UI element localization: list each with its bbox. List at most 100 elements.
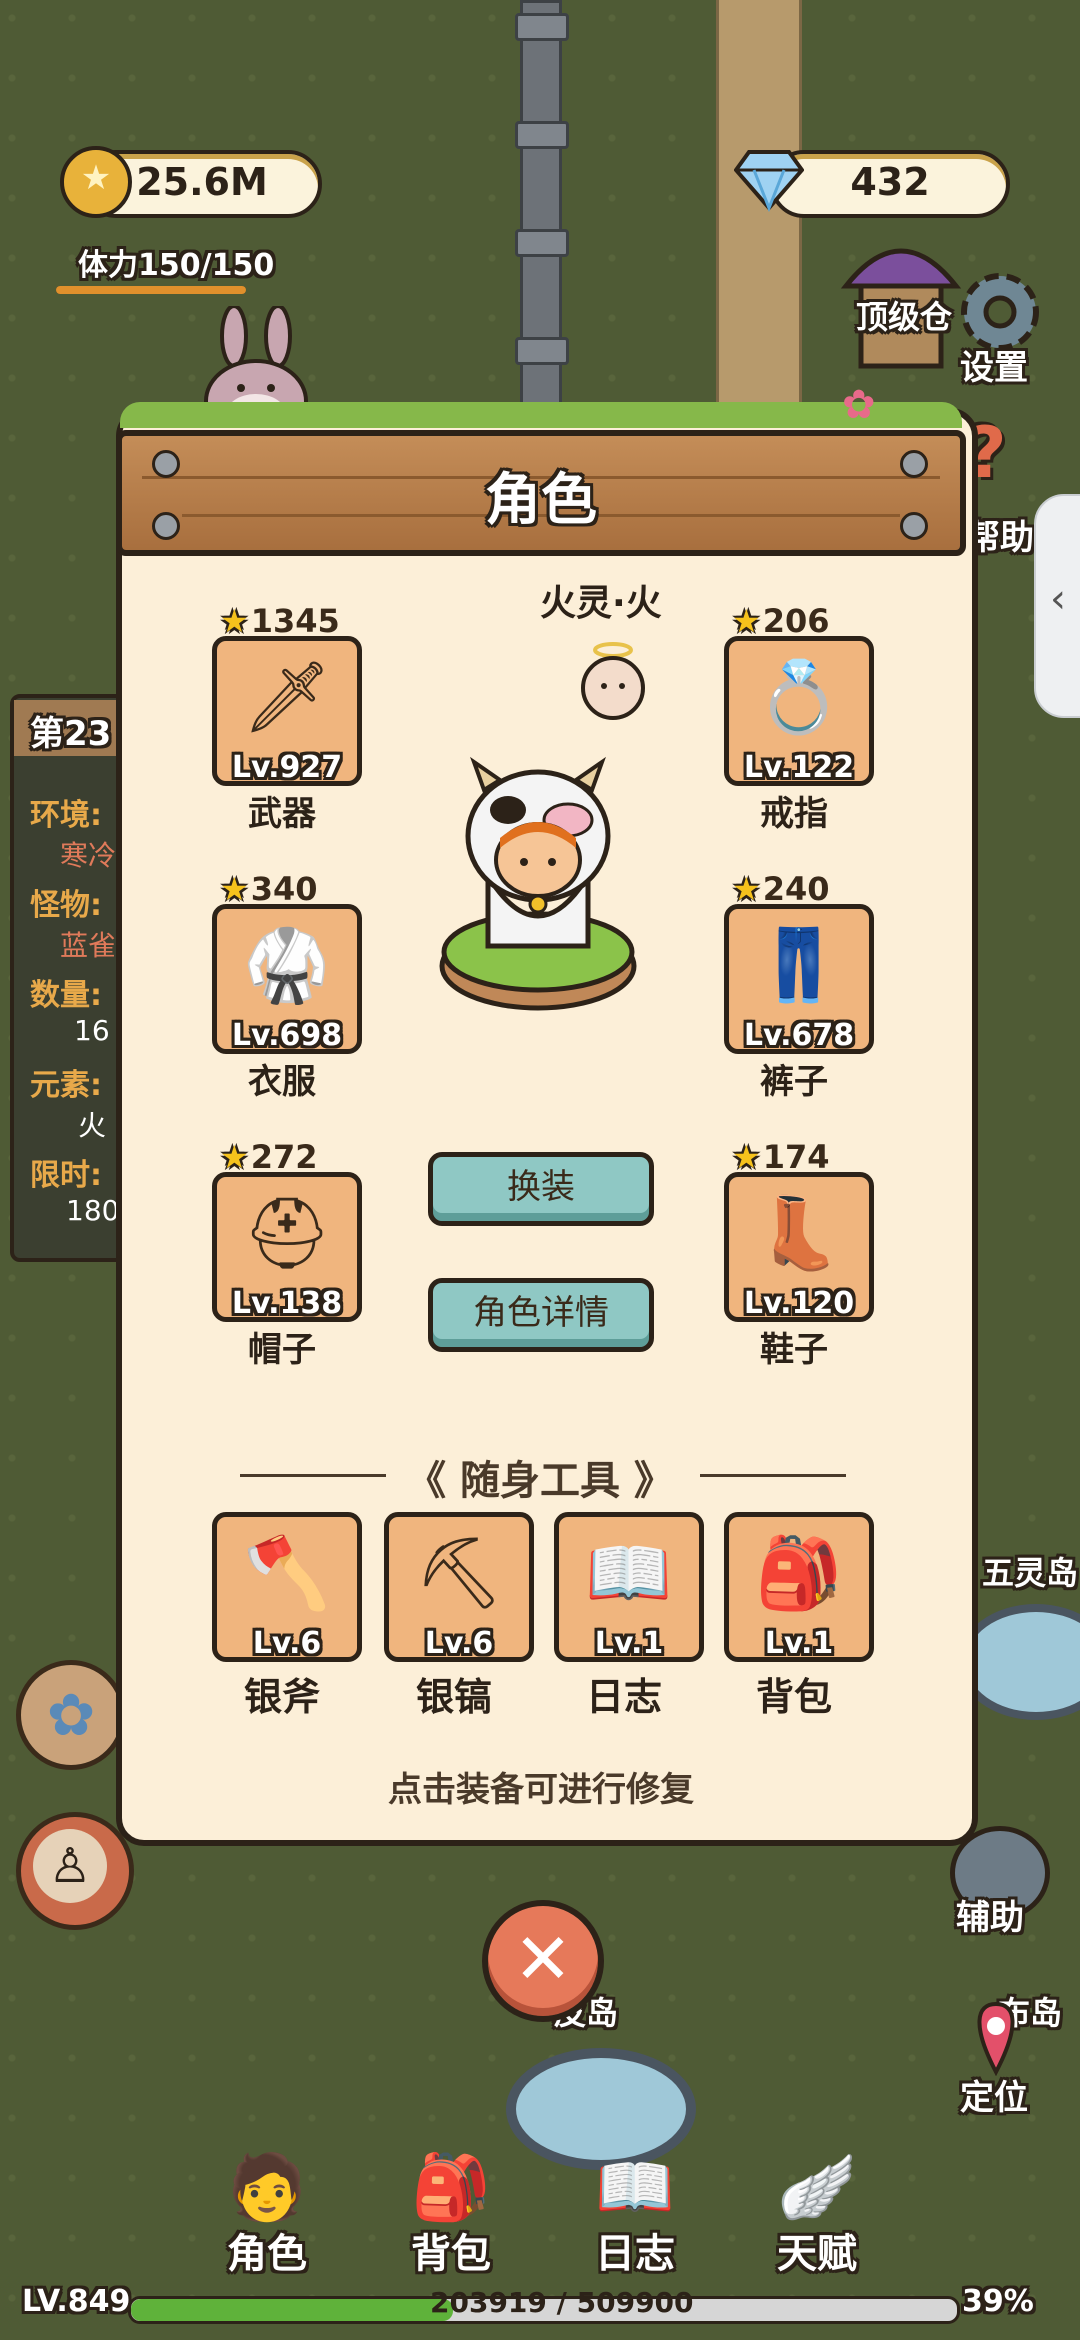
tools-section-title: 《 随身工具 》 bbox=[406, 1458, 674, 1504]
tool-slot[interactable]: 🪓 Lv.6 bbox=[212, 1512, 362, 1662]
equipment-level: Lv.122 bbox=[743, 750, 855, 785]
stamina-fill bbox=[56, 286, 246, 294]
tool-level: Lv.6 bbox=[424, 1626, 494, 1661]
chevron-left-icon: ‹ bbox=[1050, 576, 1066, 622]
equipment-slot[interactable]: 💍 Lv.122 bbox=[724, 636, 874, 786]
tool-label: 银斧 bbox=[243, 1675, 320, 1719]
star-icon: ★ bbox=[220, 870, 249, 908]
stone-pillar bbox=[515, 0, 569, 426]
star-value: 340 bbox=[250, 870, 318, 908]
tools-title: 随身工具 bbox=[460, 1458, 620, 1504]
stamina-bar bbox=[56, 286, 246, 294]
dialog-grass-top bbox=[120, 402, 962, 428]
nav-label: 角色 bbox=[227, 2231, 307, 2277]
helmet-icon: ⛑ bbox=[242, 1192, 332, 1274]
assist-label[interactable]: 辅助 bbox=[956, 1890, 1024, 1939]
diamond-icon bbox=[734, 150, 804, 212]
info-key-count: 数量: bbox=[30, 978, 102, 1013]
star-value: 206 bbox=[762, 602, 830, 640]
axe-icon: 🪓 bbox=[243, 1532, 331, 1614]
book-icon: 📖 bbox=[595, 2151, 675, 2225]
equipment-level: Lv.678 bbox=[743, 1018, 855, 1053]
clover-icon: ✿ bbox=[46, 1681, 96, 1749]
tool-level: Lv.1 bbox=[764, 1626, 834, 1661]
star-value: 272 bbox=[250, 1138, 318, 1176]
nav-item-0[interactable]: 🧑 角色 bbox=[212, 2150, 322, 2280]
equipment-slot[interactable]: 🥋 Lv.698 bbox=[212, 904, 362, 1054]
location-pin-icon[interactable] bbox=[968, 2000, 1024, 2076]
equipment-label: 衣服 bbox=[248, 1062, 316, 1102]
wuling-island-label[interactable]: 五灵岛 bbox=[982, 1548, 1078, 1594]
boot-icon: 👢 bbox=[755, 1192, 843, 1274]
gem-value: 432 bbox=[850, 160, 930, 204]
clover-button[interactable]: ✿ bbox=[16, 1660, 126, 1770]
character-details-button[interactable]: 角色详情 bbox=[428, 1278, 654, 1352]
close-button[interactable] bbox=[482, 1900, 604, 2022]
nav-item-1[interactable]: 🎒 背包 bbox=[396, 2150, 506, 2280]
equipment-label: 帽子 bbox=[248, 1330, 316, 1370]
equipment-slot[interactable]: 👖 Lv.678 bbox=[724, 904, 874, 1054]
pants-icon: 👖 bbox=[755, 924, 843, 1006]
nav-item-2[interactable]: 📖 日志 bbox=[580, 2150, 690, 2280]
equipment-level: Lv.138 bbox=[231, 1286, 343, 1321]
equipment-level: Lv.120 bbox=[743, 1286, 855, 1321]
coin-icon bbox=[60, 146, 132, 218]
nav-label: 日志 bbox=[595, 2231, 675, 2277]
info-key-timer: 限时: bbox=[30, 1158, 102, 1193]
top-warehouse-label: 顶级仓 bbox=[856, 298, 953, 336]
xp-text: 203919 / 509900 bbox=[430, 2286, 694, 2319]
star-value: 1345 bbox=[250, 602, 340, 640]
star-count: ★174 bbox=[732, 1138, 829, 1176]
xp-percent: 39% bbox=[962, 2284, 1034, 2319]
swap-outfit-button[interactable]: 换装 bbox=[428, 1152, 654, 1226]
backpack-icon: 🎒 bbox=[411, 2151, 491, 2225]
walking-person-icon: ♙ bbox=[33, 1829, 107, 1903]
info-val-element: 火 bbox=[78, 1109, 107, 1142]
star-count: ★206 bbox=[732, 602, 829, 640]
character-avatar bbox=[439, 756, 637, 1011]
armor-icon: 🥋 bbox=[243, 924, 331, 1006]
info-key-element: 元素: bbox=[30, 1068, 102, 1103]
flower-icon: ✿ bbox=[842, 382, 876, 428]
walk-button[interactable]: ♙ bbox=[16, 1812, 134, 1930]
star-icon: ★ bbox=[732, 602, 761, 640]
info-val-monster: 蓝雀 bbox=[60, 929, 117, 962]
ring-icon: 💍 bbox=[755, 656, 843, 738]
equipment-label: 鞋子 bbox=[760, 1330, 828, 1370]
equipment-slot[interactable]: 👢 Lv.120 bbox=[724, 1172, 874, 1322]
equipment-label: 裤子 bbox=[760, 1062, 828, 1102]
swap-outfit-label: 换装 bbox=[507, 1167, 575, 1207]
star-icon: ★ bbox=[732, 1138, 761, 1176]
xp-fill bbox=[131, 2299, 454, 2321]
backpack-icon: 🎒 bbox=[755, 1532, 843, 1614]
character-details-label: 角色详情 bbox=[473, 1293, 609, 1333]
star-count: ★240 bbox=[732, 870, 829, 908]
stamina-text: 体力150/150 bbox=[78, 248, 275, 283]
star-icon: ★ bbox=[220, 1138, 249, 1176]
side-drawer-tab[interactable]: ‹ bbox=[1034, 494, 1080, 718]
equipment-slot[interactable]: 🗡 Lv.927 bbox=[212, 636, 362, 786]
nav-item-3[interactable]: 🪽 天赋 bbox=[762, 2150, 872, 2280]
character-icon: 🧑 bbox=[227, 2151, 307, 2225]
tool-label: 日志 bbox=[585, 1675, 662, 1719]
settings-label[interactable]: 设置 bbox=[960, 340, 1028, 389]
dialog-title: 角色 bbox=[485, 468, 597, 533]
star-count: ★340 bbox=[220, 870, 317, 908]
tool-level: Lv.6 bbox=[252, 1626, 322, 1661]
equipment-label: 戒指 bbox=[760, 794, 828, 834]
locate-label[interactable]: 定位 bbox=[960, 2070, 1028, 2119]
talent-icon: 🪽 bbox=[777, 2151, 857, 2225]
equipment-slot[interactable]: ⛑ Lv.138 bbox=[212, 1172, 362, 1322]
tool-level: Lv.1 bbox=[594, 1626, 664, 1661]
tool-slot[interactable]: ⛏ Lv.6 bbox=[384, 1512, 534, 1662]
book-icon: 📖 bbox=[585, 1532, 673, 1614]
tool-slot[interactable]: 🎒 Lv.1 bbox=[724, 1512, 874, 1662]
stage-info-list: 环境: 寒冷 怪物: 蓝雀 数量: 16 元素: 火 限时: 180 bbox=[30, 790, 120, 1240]
pet-sprite bbox=[581, 642, 645, 720]
tool-label: 背包 bbox=[755, 1675, 832, 1719]
star-value: 174 bbox=[762, 1138, 830, 1176]
gem-counter[interactable]: 432 bbox=[770, 150, 1010, 218]
info-val-timer: 180 bbox=[66, 1194, 120, 1227]
star-count: ★272 bbox=[220, 1138, 317, 1176]
tool-slot[interactable]: 📖 Lv.1 bbox=[554, 1512, 704, 1662]
